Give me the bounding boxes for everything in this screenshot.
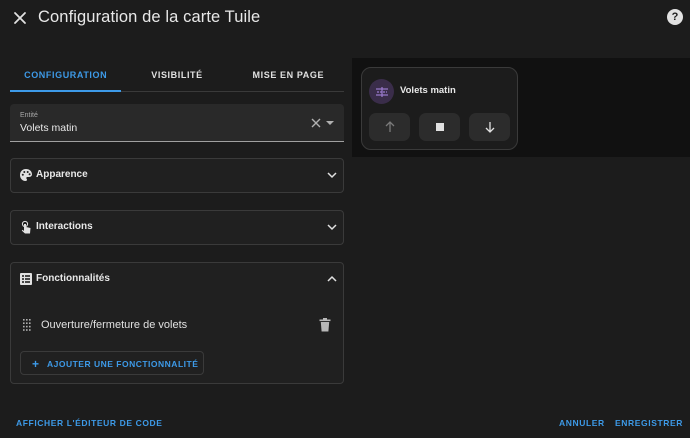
close-icon [14,12,26,24]
cancel-button[interactable]: ANNULER [559,418,605,428]
appearance-panel-title: Apparence [36,169,88,180]
list-box-icon [20,273,32,285]
arrow-down-icon [485,122,494,133]
delete-icon[interactable] [319,318,331,332]
help-icon: ? [671,11,679,23]
interactions-panel: Interactions [10,210,344,245]
entity-value[interactable]: Volets matin [20,122,77,134]
open-cover-button[interactable] [369,113,410,141]
entity-picker[interactable]: Entité Volets matin [10,104,344,142]
save-button[interactable]: ENREGISTRER [615,418,683,428]
stop-icon [435,123,444,131]
dialog-title: Configuration de la carte Tuile [38,8,261,26]
tile-entity-name: Volets matin [400,85,456,96]
plus-icon: + [32,357,40,371]
tab-configuration[interactable]: CONFIGURATION [10,58,122,92]
chevron-down-icon [327,172,337,179]
dropdown-arrow-icon[interactable] [326,120,334,126]
appearance-panel-header[interactable]: Apparence [11,159,343,191]
palette-icon [20,169,32,181]
gesture-tap-icon [21,220,31,234]
dialog-header: Configuration de la carte Tuile ? [0,0,690,38]
interactions-panel-title: Interactions [36,221,93,232]
feature-label: Ouverture/fermeture de volets [41,319,188,331]
stop-cover-button[interactable] [419,113,460,141]
arrow-up-icon [385,121,394,132]
chevron-up-icon [327,275,337,282]
close-cover-button[interactable] [469,113,510,141]
features-panel: Fonctionnalités Ouverture/fermeture de v… [10,262,344,384]
interactions-panel-header[interactable]: Interactions [11,211,343,243]
entity-label: Entité [20,112,38,119]
feature-list-item: Ouverture/fermeture de volets [21,315,333,335]
drag-handle-icon[interactable] [23,319,31,331]
clear-icon[interactable] [310,117,322,129]
features-panel-header[interactable]: Fonctionnalités [11,263,343,295]
help-button[interactable]: ? [667,9,683,25]
close-button[interactable] [8,6,32,30]
tab-visibility[interactable]: VISIBILITÉ [121,58,232,91]
tab-layout[interactable]: MISE EN PAGE [233,58,344,91]
chevron-down-icon [327,224,337,231]
show-code-editor-button[interactable]: AFFICHER L'ÉDITEUR DE CODE [16,418,163,428]
tab-bar: CONFIGURATION VISIBILITÉ MISE EN PAGE [10,58,344,92]
add-feature-label: AJOUTER UNE FONCTIONNALITÉ [47,359,199,369]
features-panel-title: Fonctionnalités [36,273,110,284]
tile-card-preview[interactable]: Volets matin [361,67,518,150]
add-feature-button[interactable]: + AJOUTER UNE FONCTIONNALITÉ [20,351,204,375]
appearance-panel: Apparence [10,158,344,193]
window-shutter-icon[interactable] [369,79,394,104]
